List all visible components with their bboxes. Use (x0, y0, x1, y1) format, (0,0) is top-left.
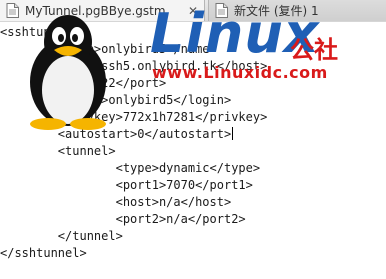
editor-line: <port1>7070</port1> (0, 178, 253, 192)
text-caret (232, 127, 234, 140)
editor-line: <type>dynamic</type> (0, 161, 261, 175)
watermark-url: www.Linuxidc.com (152, 63, 328, 82)
editor-line: </tunnel> (0, 229, 123, 243)
watermark-brand: Linux (150, 2, 320, 65)
editor-line: </sshtunnel> (0, 246, 87, 260)
editor-line: <host>n/a</host> (0, 195, 232, 209)
editor-line: <port2>n/a</port2> (0, 212, 246, 226)
editor-line: <tunnel> (0, 144, 116, 158)
watermark-brand-cn: 公社 (290, 36, 338, 64)
tux-penguin-logo (18, 12, 118, 130)
